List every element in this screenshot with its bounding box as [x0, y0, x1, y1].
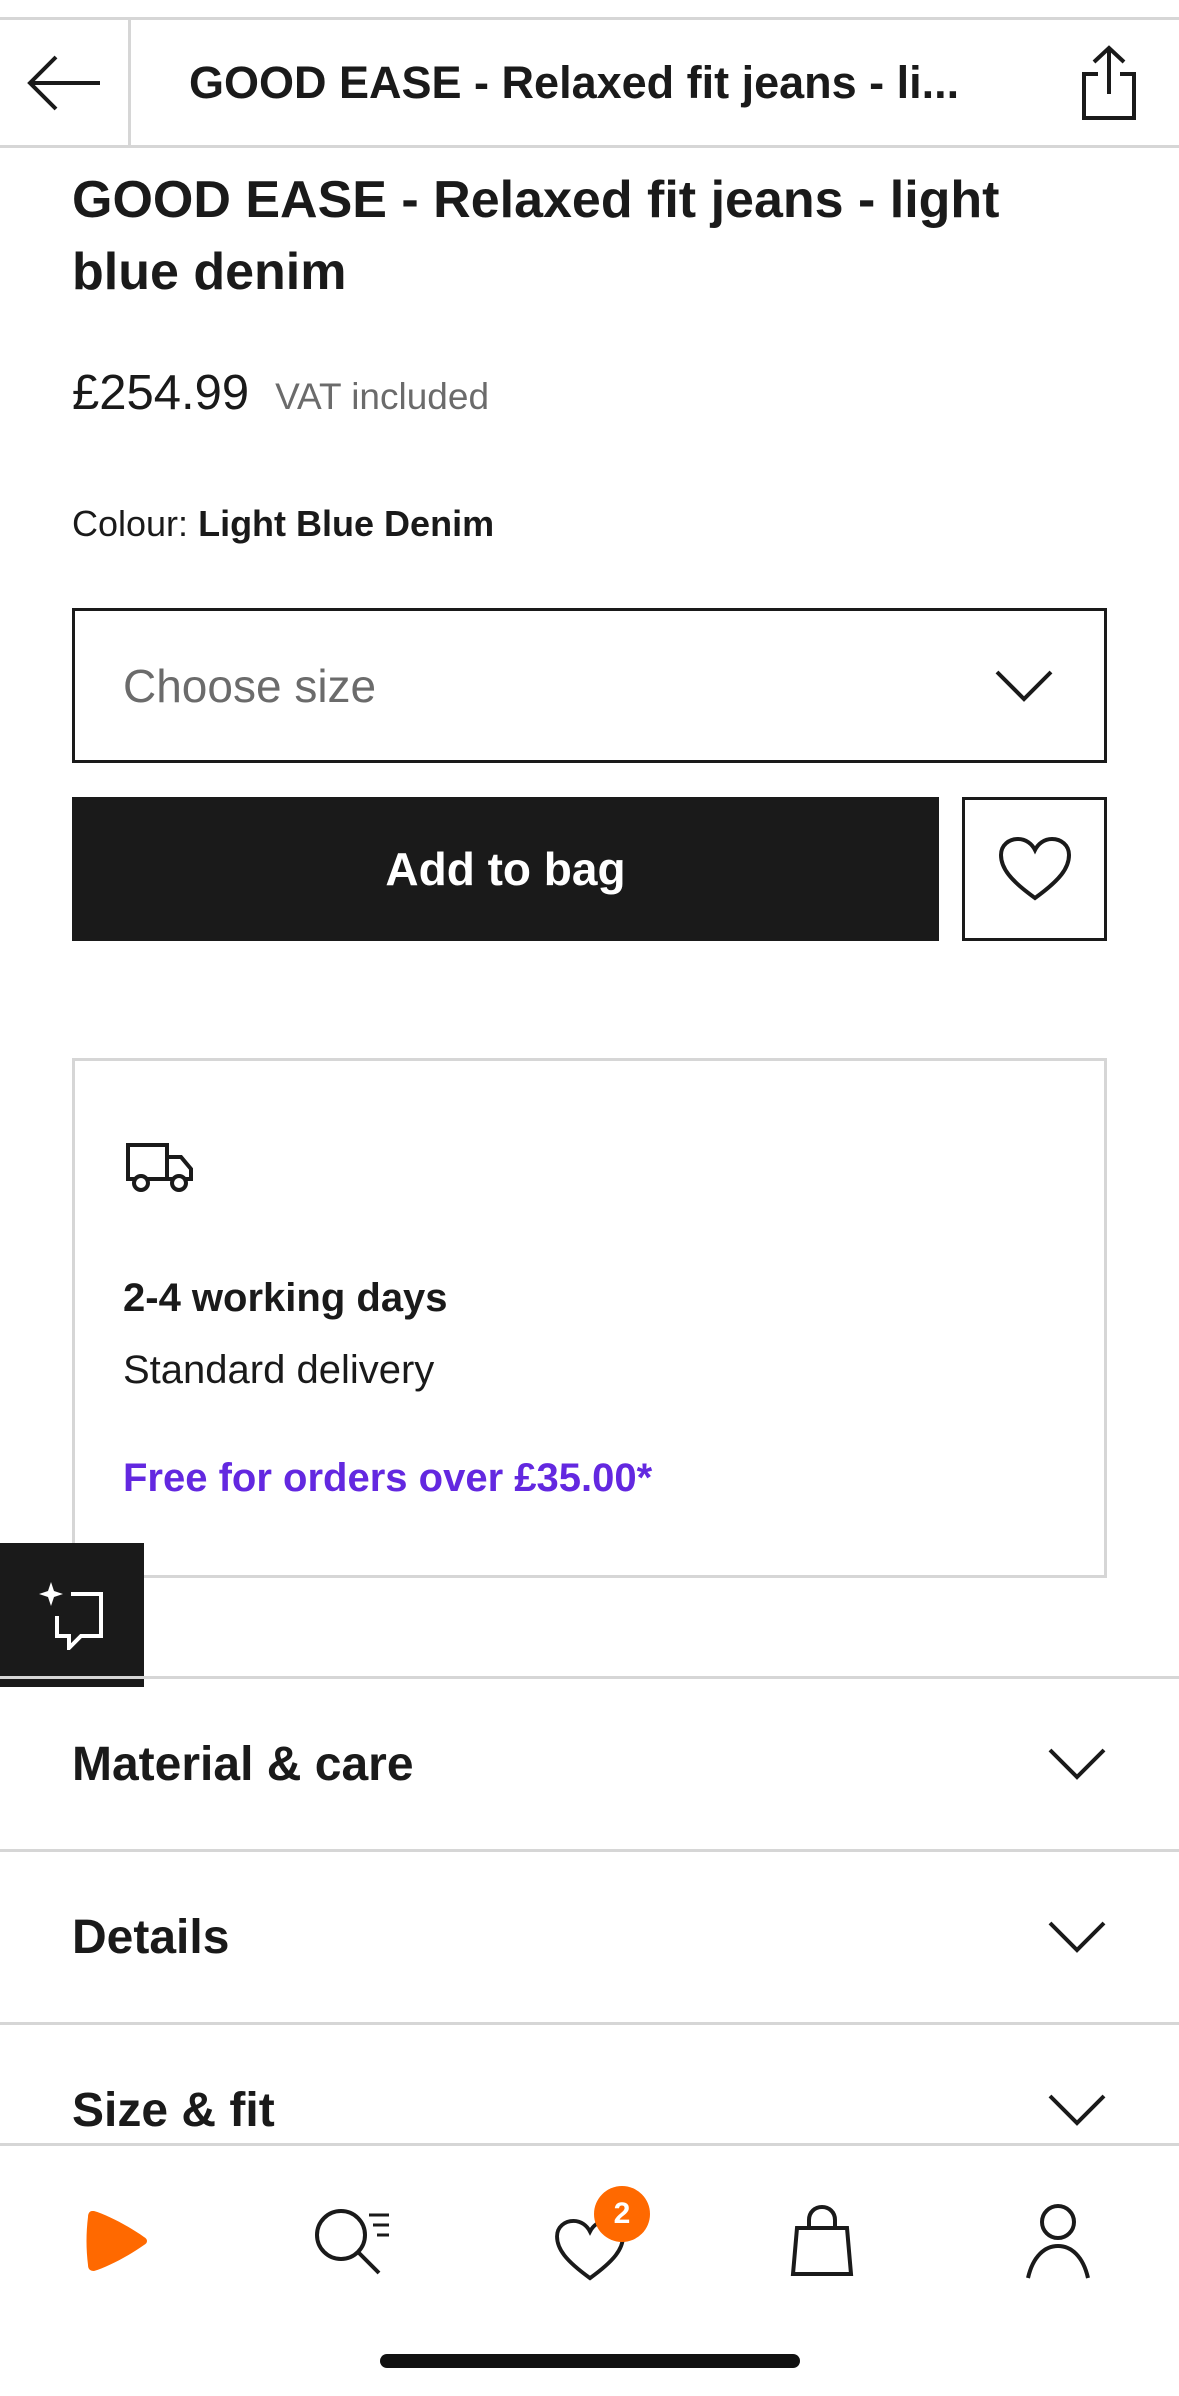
search-icon [315, 2209, 389, 2275]
accordion-details[interactable]: Details [0, 1849, 1179, 2022]
wishlist-count-badge: 2 [594, 2186, 650, 2242]
heart-icon [998, 836, 1071, 901]
home-logo-icon [86, 2211, 147, 2271]
size-placeholder: Choose size [123, 659, 377, 712]
back-button[interactable] [0, 20, 131, 145]
accordion-label: Size & fit [72, 2083, 275, 2137]
accordion-label: Details [72, 1910, 230, 1964]
chevron-down-icon [995, 670, 1053, 702]
header-title: GOOD EASE - Relaxed fit jeans - li... [189, 56, 960, 108]
top-bar: GOOD EASE - Relaxed fit jeans - li... [0, 17, 1179, 148]
accordion-material-care[interactable]: Material & care [0, 1676, 1179, 1849]
wishlist-button[interactable] [962, 797, 1107, 941]
product-title: GOOD EASE - Relaxed fit jeans - light bl… [72, 171, 1000, 301]
truck-icon [126, 1143, 193, 1192]
colour-value: Light Blue Denim [198, 503, 495, 544]
delivery-time: 2-4 working days [123, 1276, 448, 1320]
add-to-bag-button[interactable]: Add to bag [72, 797, 939, 941]
nav-home[interactable] [57, 2186, 177, 2296]
home-indicator [380, 2354, 800, 2368]
delivery-type: Standard delivery [123, 1348, 435, 1392]
nav-wishlist[interactable]: 2 [530, 2186, 650, 2296]
colour-row: Colour: Light Blue Denim [72, 503, 494, 545]
user-icon [1026, 2204, 1090, 2279]
nav-bag[interactable] [762, 2186, 882, 2296]
size-select[interactable]: Choose size [72, 608, 1107, 763]
free-delivery-offer: Free for orders over £35.00* [123, 1456, 653, 1500]
shopping-bag-icon [790, 2204, 854, 2276]
price: £254.99 [72, 366, 250, 420]
chevron-down-icon [1048, 2094, 1106, 2126]
price-row: £254.99 VAT included [72, 365, 489, 421]
nav-search[interactable] [293, 2186, 413, 2296]
vat-note: VAT included [275, 376, 490, 417]
colour-label: Colour: [72, 503, 189, 544]
chevron-down-icon [1048, 1748, 1106, 1780]
feedback-sparkle-icon [39, 1582, 103, 1650]
product-page: GOOD EASE - Relaxed fit jeans - li... GO… [0, 0, 1179, 2396]
arrow-left-icon [27, 55, 100, 110]
share-icon [1082, 44, 1136, 120]
delivery-info: 2-4 working days Standard delivery Free … [72, 1058, 1107, 1578]
feedback-button[interactable] [0, 1543, 144, 1687]
chevron-down-icon [1048, 1921, 1106, 1953]
nav-account[interactable] [998, 2186, 1118, 2296]
accordion-label: Material & care [72, 1737, 414, 1791]
share-button[interactable] [1039, 20, 1179, 145]
